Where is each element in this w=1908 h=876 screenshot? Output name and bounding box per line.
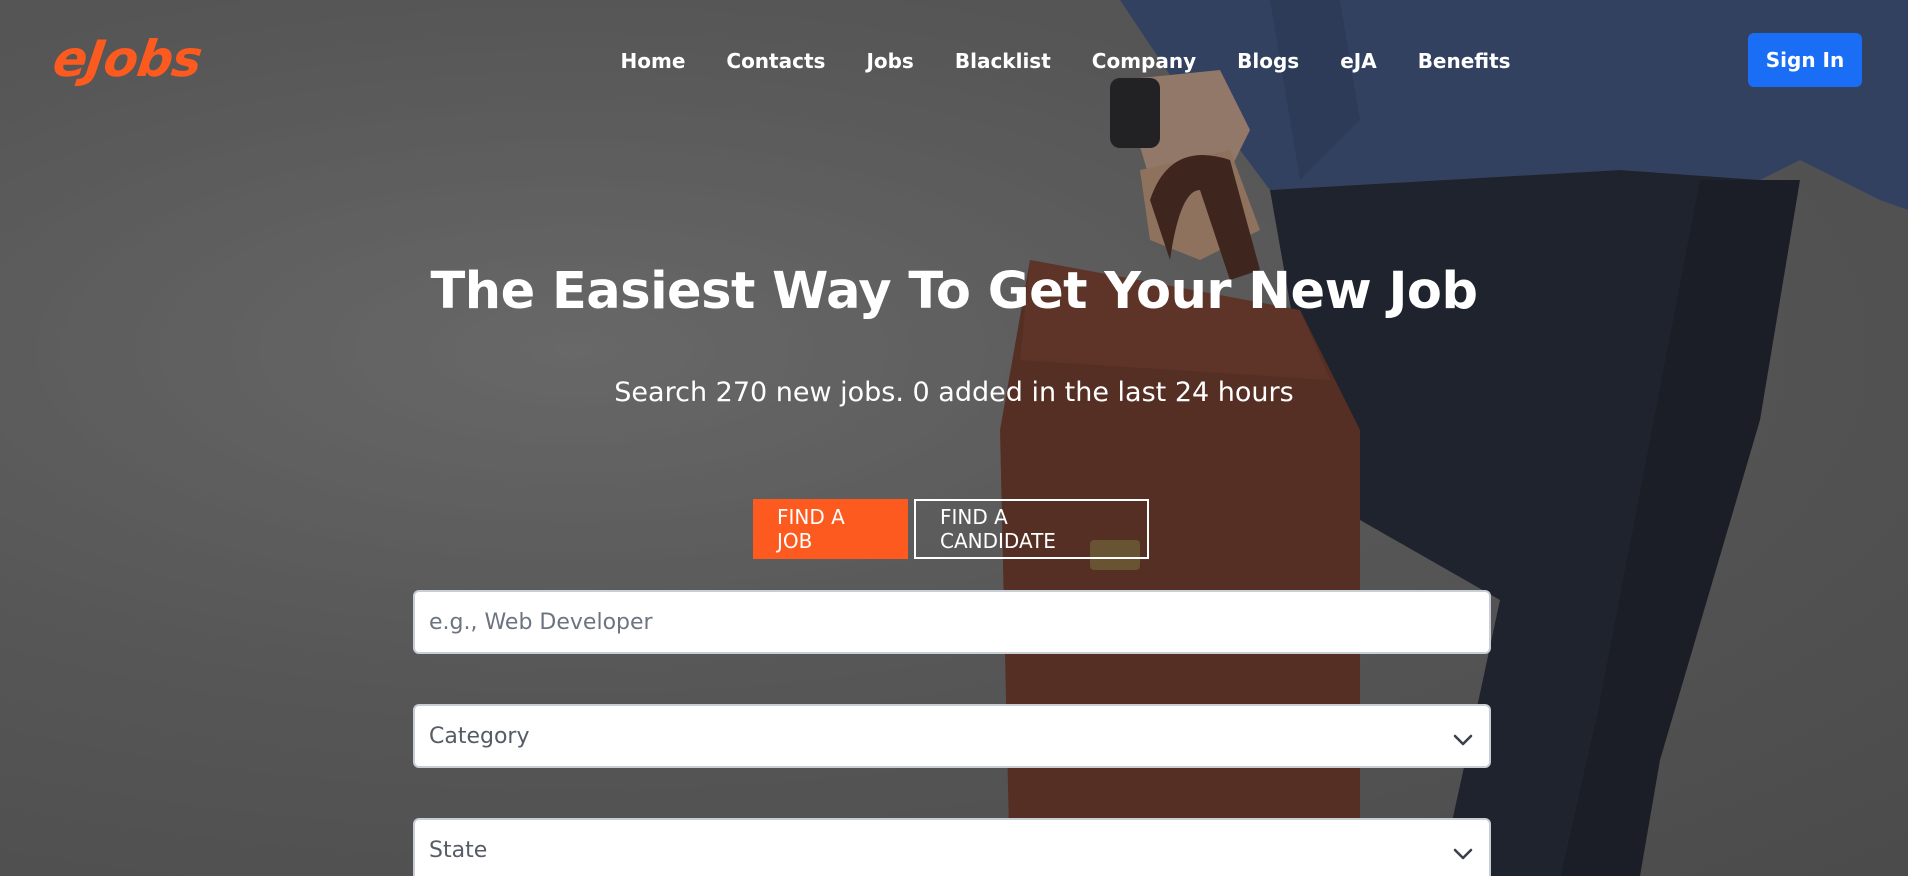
svg-text:eJobs: eJobs	[54, 29, 205, 88]
search-mode-tabs: FIND A JOB FIND A CANDIDATE	[753, 499, 1149, 559]
tab-find-a-candidate[interactable]: FIND A CANDIDATE	[914, 499, 1149, 559]
state-select-value: State	[429, 837, 488, 863]
nav-home[interactable]: Home	[600, 48, 706, 74]
nav-blogs[interactable]: Blogs	[1217, 48, 1320, 74]
nav-eja[interactable]: eJA	[1320, 48, 1397, 74]
keyword-search-input[interactable]	[429, 592, 1475, 652]
nav-contacts[interactable]: Contacts	[706, 48, 846, 74]
nav-jobs[interactable]: Jobs	[846, 48, 934, 74]
chevron-down-icon	[1453, 728, 1473, 753]
hero-subtitle: Search 270 new jobs. 0 added in the last…	[614, 377, 1294, 408]
sign-in-button[interactable]: Sign In	[1748, 33, 1862, 87]
state-select[interactable]: State	[413, 818, 1491, 876]
hero-title: The Easiest Way To Get Your New Job	[430, 262, 1478, 321]
main-nav: Home Contacts Jobs Blacklist Company Blo…	[600, 48, 1531, 74]
category-select[interactable]: Category	[413, 704, 1491, 768]
top-navigation-bar: eJobs Home Contacts Jobs Blacklist Compa…	[0, 0, 1908, 122]
category-select-value: Category	[429, 723, 530, 749]
ejobs-logo[interactable]: eJobs	[54, 28, 274, 88]
nav-blacklist[interactable]: Blacklist	[934, 48, 1071, 74]
tab-find-a-job[interactable]: FIND A JOB	[753, 499, 908, 559]
nav-benefits[interactable]: Benefits	[1397, 48, 1531, 74]
nav-company[interactable]: Company	[1071, 48, 1216, 74]
keyword-field-wrapper	[413, 590, 1491, 654]
chevron-down-icon	[1453, 842, 1473, 867]
